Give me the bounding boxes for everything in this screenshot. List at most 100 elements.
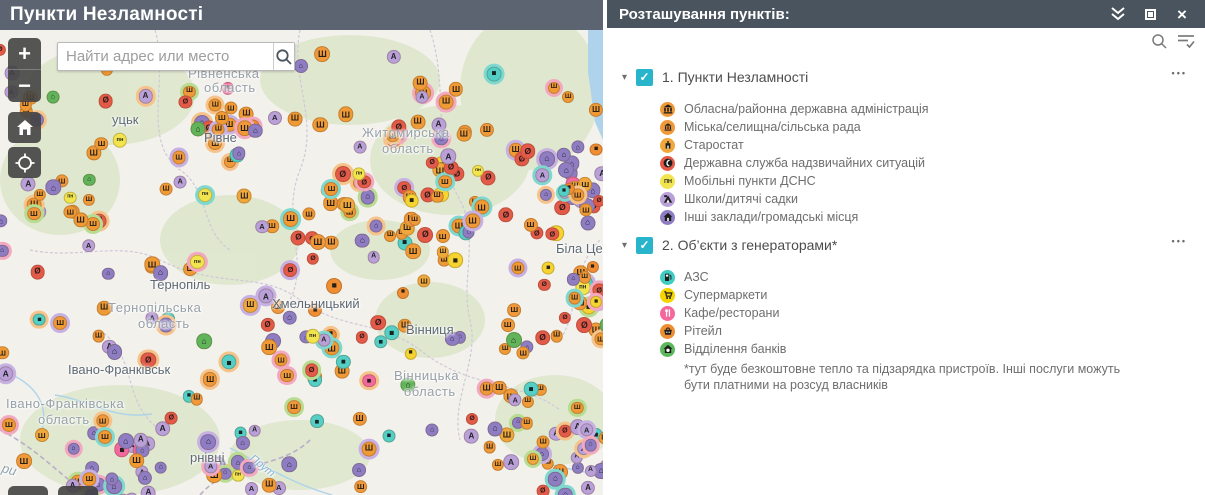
map-marker-admin[interactable]: Ш <box>413 75 428 91</box>
map-marker-other[interactable]: ⌂ <box>558 161 575 178</box>
map-marker-admin[interactable]: Ш <box>82 472 97 487</box>
map-marker-rada[interactable]: Ш <box>270 300 285 315</box>
map-marker-market[interactable]: ■ <box>541 261 555 275</box>
map-marker-admin[interactable]: Ш <box>312 116 329 133</box>
map-marker-admin[interactable]: Ш <box>86 216 101 231</box>
map-marker-market[interactable]: ■ <box>404 193 419 209</box>
map-marker-rada[interactable]: Ш <box>314 46 331 63</box>
map-marker-dsns[interactable]: Ø <box>576 317 593 334</box>
map-marker-dsns[interactable]: Ø <box>30 264 45 280</box>
close-panel-button[interactable]: × <box>1171 3 1193 25</box>
map-marker-other[interactable]: ⌂ <box>106 343 123 360</box>
layer-checkbox[interactable]: ✓ <box>636 236 653 254</box>
map-marker-other[interactable]: ⌂ <box>487 421 503 437</box>
map-marker-dsns[interactable]: Ø <box>519 143 536 160</box>
zoom-in-button[interactable]: + <box>8 38 41 70</box>
map-marker-school[interactable]: A <box>367 251 380 264</box>
map-marker-admin[interactable]: Ш <box>282 210 299 227</box>
map-marker-admin[interactable]: Ш <box>159 182 173 196</box>
map-marker-retail[interactable]: ■ <box>589 143 603 156</box>
map-marker-admin[interactable]: Ш <box>287 111 303 127</box>
map-marker-dsns[interactable]: Ø <box>164 411 178 425</box>
map-marker-rada[interactable]: Ш <box>15 453 32 469</box>
map-marker-rada[interactable]: Ш <box>190 393 204 406</box>
map-marker-dsns[interactable]: Ø <box>178 95 192 109</box>
map-marker-bankbranch[interactable]: ⌂ <box>46 90 60 104</box>
map-marker-school[interactable]: A <box>353 140 367 154</box>
map-marker-starostat[interactable]: Ш <box>34 428 49 443</box>
map-marker-other[interactable]: ⌂ <box>293 59 308 74</box>
map-marker-market[interactable]: ■ <box>447 252 464 269</box>
map-marker-bankbranch[interactable]: ⌂ <box>505 332 522 349</box>
map-marker-admin[interactable]: Ш <box>397 318 413 334</box>
map-marker-admin[interactable]: Ш <box>261 339 278 356</box>
map-marker-other[interactable]: ⌂ <box>580 215 596 231</box>
map-marker-dsns[interactable]: Ø <box>593 195 603 208</box>
map-marker-school[interactable]: A <box>133 432 149 448</box>
map-marker-school[interactable]: A <box>244 481 259 495</box>
map-marker-dsns[interactable]: Ø <box>98 93 114 109</box>
map-marker-rada[interactable]: Ш <box>212 123 225 136</box>
map-marker-rada[interactable]: Ш <box>172 150 186 164</box>
map-marker-dsns[interactable]: Ø <box>592 282 603 297</box>
map-marker-dsns[interactable]: Ø <box>536 484 550 495</box>
map-marker-other[interactable]: ⌂ <box>584 438 597 452</box>
map-marker-other[interactable]: ⌂ <box>282 310 297 326</box>
layer-label[interactable]: 1. Пункти Незламності <box>662 69 808 85</box>
zoom-out-button[interactable]: − <box>8 70 41 102</box>
map-marker-fuel[interactable]: ■ <box>523 381 539 397</box>
map-marker-fuel[interactable]: ■ <box>374 335 388 349</box>
map-marker-rada[interactable]: Ш <box>92 329 105 343</box>
map-marker-school[interactable]: A <box>415 90 429 104</box>
map-marker-pn[interactable]: пн <box>63 191 77 204</box>
layer-expand-caret[interactable]: ▾ <box>622 240 634 251</box>
map-marker-school[interactable]: A <box>141 485 156 495</box>
map-marker-admin[interactable]: Ш <box>94 137 109 151</box>
layer-checkbox[interactable]: ✓ <box>636 68 653 86</box>
map-marker-other[interactable]: ⌂ <box>355 233 370 248</box>
map-marker-dsns[interactable]: Ø <box>334 166 351 183</box>
map-marker-school[interactable]: A <box>20 176 36 192</box>
map-marker-school[interactable]: A <box>503 454 519 470</box>
map-scale-pill[interactable] <box>58 486 98 495</box>
map-marker-cafe[interactable]: ■ <box>362 373 376 388</box>
map-marker-admin[interactable]: Ш <box>214 110 229 125</box>
map-marker-school[interactable]: A <box>267 111 282 126</box>
map-marker-other[interactable]: ⌂ <box>200 433 217 450</box>
map-marker-other[interactable]: ⌂ <box>369 220 383 233</box>
map-marker-admin[interactable]: Ш <box>550 329 563 343</box>
map-attribution-pill[interactable] <box>8 486 48 495</box>
map-marker-other[interactable]: ⌂ <box>243 461 256 474</box>
map-marker-rada[interactable]: Ш <box>280 368 295 383</box>
map-marker-fuel[interactable]: ■ <box>310 414 324 429</box>
map-marker-school[interactable]: A <box>431 117 446 133</box>
map-marker-admin[interactable]: Ш <box>324 182 339 197</box>
map-marker-pn[interactable]: пн <box>231 469 245 483</box>
map-marker-bankbranch[interactable]: ⌂ <box>190 121 206 137</box>
layer-search-button[interactable] <box>1151 33 1168 50</box>
map-marker-admin[interactable]: Ш <box>361 441 377 457</box>
map-marker-other[interactable]: ⌂ <box>154 461 168 475</box>
map-marker-school[interactable]: A <box>255 220 269 234</box>
map-marker-other[interactable]: ⌂ <box>558 487 573 495</box>
map-marker-rada[interactable]: Ш <box>287 400 301 414</box>
map-marker-dsns[interactable]: Ø <box>417 226 434 243</box>
map-marker-rada[interactable]: Ш <box>309 234 326 251</box>
map-marker-rada[interactable]: Ш <box>27 206 41 221</box>
search-button[interactable] <box>273 43 294 70</box>
map-marker-other[interactable]: ⌂ <box>235 436 250 450</box>
map-marker-dsns[interactable]: Ø <box>370 314 387 331</box>
map-marker-pn[interactable]: пн <box>198 188 213 203</box>
map-marker-admin[interactable]: Ш <box>274 353 288 367</box>
layer-options-menu[interactable]: ••• <box>1172 236 1187 246</box>
map-marker-school[interactable]: A <box>248 424 261 438</box>
home-button[interactable] <box>8 112 41 143</box>
map-marker-rada[interactable]: Ш <box>483 440 496 454</box>
map-marker-school[interactable]: A <box>594 165 603 182</box>
map-marker-other[interactable]: ⌂ <box>548 471 563 487</box>
map-marker-other[interactable]: ⌂ <box>158 317 174 333</box>
map-marker-admin[interactable]: Ш <box>456 127 472 142</box>
map-marker-admin[interactable]: Ш <box>208 98 222 112</box>
map-marker-admin[interactable]: Ш <box>53 316 68 331</box>
map-marker-other[interactable]: ⌂ <box>425 423 439 437</box>
